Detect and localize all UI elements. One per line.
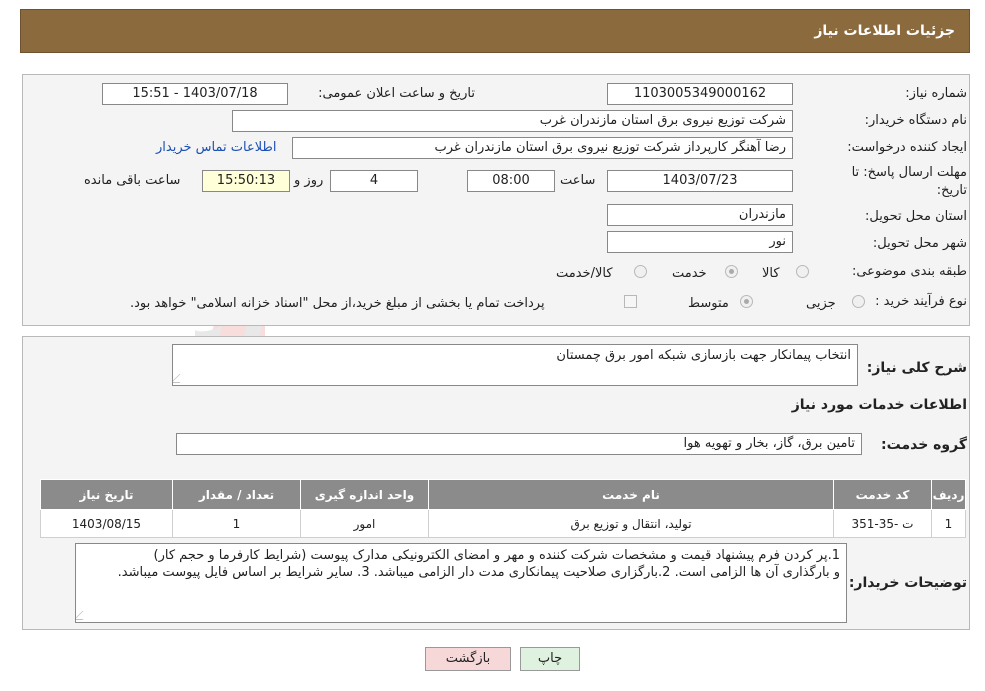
cell-qty: 1	[172, 509, 301, 538]
process-radio-partial[interactable]	[852, 295, 865, 308]
process-option-partial: جزیی	[806, 296, 836, 311]
need-number-field: 1103005349000162	[607, 83, 793, 105]
process-radio-medium[interactable]	[740, 295, 753, 308]
col-unit-header: واحد اندازه گیری	[300, 479, 429, 510]
summary-label: شرح کلی نیاز:	[866, 360, 967, 376]
buyer-notes-textarea[interactable]: 1.پر کردن فرم پیشنهاد قیمت و مشخصات شرکت…	[75, 543, 847, 623]
buyer-org-label: نام دستگاه خریدار:	[864, 113, 967, 128]
col-code-header: کد خدمت	[833, 479, 932, 510]
announce-label: تاریخ و ساعت اعلان عمومی:	[318, 86, 475, 101]
table-row: 1 ت -35-351 تولید، انتقال و توزیع برق ام…	[40, 509, 966, 538]
cell-code: ت -35-351	[833, 509, 932, 538]
deadline-label-date: تاریخ:	[936, 183, 967, 198]
buyer-notes-line-2: و بارگذاری آن ها الزامی است. 2.بارگزاری …	[117, 565, 840, 580]
need-number-label: شماره نیاز:	[905, 86, 967, 101]
page-header: جزئیات اطلاعات نیاز	[20, 9, 970, 53]
buyer-notes-line-1: 1.پر کردن فرم پیشنهاد قیمت و مشخصات شرکت…	[153, 548, 840, 563]
buyer-org-field: شرکت توزیع نیروی برق استان مازندران غرب	[232, 110, 793, 132]
cell-unit: امور	[300, 509, 429, 538]
process-option-medium: متوسط	[688, 296, 729, 311]
col-row-header: ردیف	[931, 479, 966, 510]
category-radio-goods-service[interactable]	[634, 265, 647, 278]
city-field: نور	[607, 231, 793, 253]
table-header-row: ردیف کد خدمت نام خدمت واحد اندازه گیری ت…	[40, 479, 966, 510]
services-table: ردیف کد خدمت نام خدمت واحد اندازه گیری ت…	[40, 479, 966, 538]
resize-grip-icon[interactable]	[173, 374, 189, 383]
cell-row: 1	[931, 509, 966, 538]
buyer-contact-link[interactable]: اطلاعات تماس خریدار	[156, 140, 276, 155]
days-field: 4	[330, 170, 418, 192]
days-label: روز و	[294, 173, 324, 188]
page-title: جزئیات اطلاعات نیاز	[814, 23, 955, 39]
service-group-label: گروه خدمت:	[881, 437, 967, 453]
col-date-header: تاریخ نیاز	[40, 479, 173, 510]
category-label: طبقه بندی موضوعی:	[851, 264, 967, 279]
treasury-checkbox[interactable]	[624, 295, 637, 308]
deadline-date-field: 1403/07/23	[607, 170, 793, 192]
category-radio-service[interactable]	[725, 265, 738, 278]
print-button[interactable]: چاپ	[520, 647, 580, 671]
col-name-header: نام خدمت	[428, 479, 834, 510]
cell-date: 1403/08/15	[40, 509, 173, 538]
payment-note: پرداخت تمام یا بخشی از مبلغ خرید،از محل …	[130, 296, 545, 311]
remaining-time-field: 15:50:13	[202, 170, 290, 192]
creator-label: ایجاد کننده درخواست:	[847, 140, 967, 155]
process-label: نوع فرآیند خرید :	[875, 294, 967, 309]
announce-field: 1403/07/18 - 15:51	[102, 83, 288, 105]
cell-name: تولید، انتقال و توزیع برق	[428, 509, 834, 538]
city-label: شهر محل تحویل:	[872, 236, 967, 251]
category-radio-goods[interactable]	[796, 265, 809, 278]
col-qty-header: تعداد / مقدار	[172, 479, 301, 510]
buyer-notes-label: توضیحات خریدار:	[848, 575, 967, 591]
back-button[interactable]: بازگشت	[425, 647, 511, 671]
service-group-field: تامین برق، گاز، بخار و تهویه هوا	[176, 433, 862, 455]
summary-text: انتخاب پیمانکار جهت بازسازی شبکه امور بر…	[556, 348, 851, 363]
deadline-time-field: 08:00	[467, 170, 555, 192]
category-option-goods-service: کالا/خدمت	[556, 266, 613, 281]
services-section-title: اطلاعات خدمات مورد نیاز	[791, 397, 967, 413]
province-field: مازندران	[607, 204, 793, 226]
remaining-time-label: ساعت باقی مانده	[84, 173, 181, 188]
deadline-label: مهلت ارسال پاسخ: تا	[851, 165, 967, 180]
category-option-service: خدمت	[672, 266, 707, 281]
creator-field: رضا آهنگر کارپرداز شرکت توزیع نیروی برق …	[292, 137, 793, 159]
summary-textarea[interactable]: انتخاب پیمانکار جهت بازسازی شبکه امور بر…	[172, 344, 858, 386]
category-option-goods: کالا	[762, 266, 780, 281]
deadline-time-label: ساعت	[560, 173, 596, 188]
province-label: استان محل تحویل:	[865, 209, 967, 224]
resize-grip-icon[interactable]	[76, 611, 92, 620]
